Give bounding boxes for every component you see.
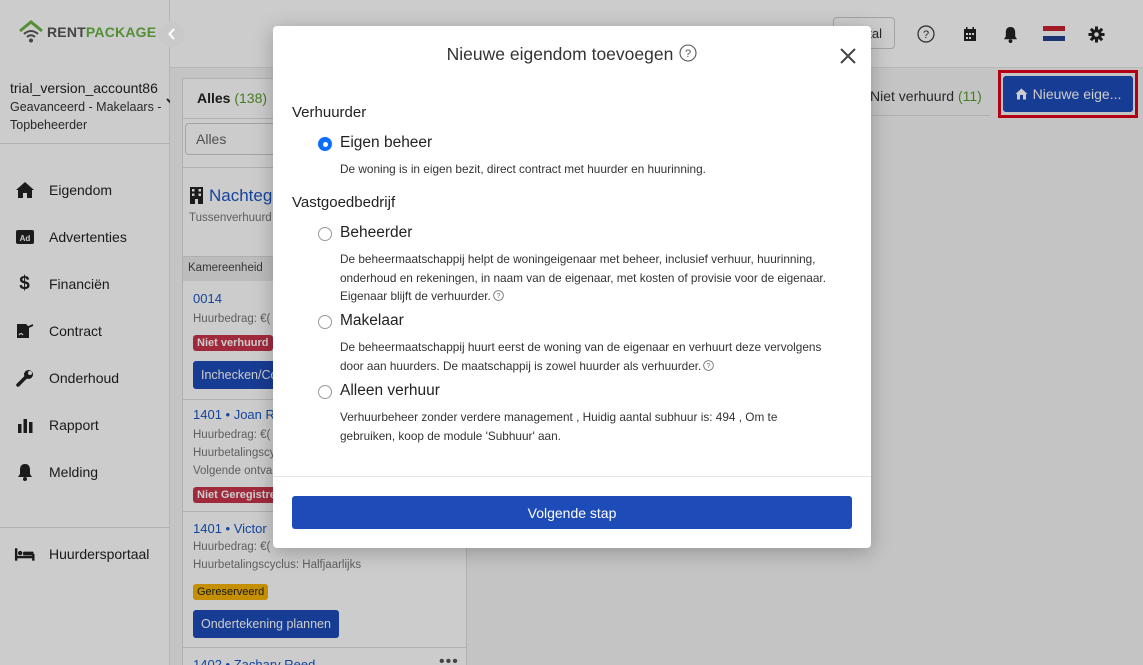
modal-header: Nieuwe eigendom toevoegen? — [273, 26, 871, 82]
svg-text:?: ? — [685, 48, 691, 60]
radio-unselected[interactable] — [318, 315, 332, 329]
svg-text:?: ? — [707, 363, 711, 370]
option-title: Beheerder — [340, 224, 413, 241]
option-description-text: De beheermaatschappij huurt eerst de won… — [340, 340, 822, 373]
option-beheerder[interactable]: Beheerder De beheermaatschappij helpt de… — [318, 224, 838, 304]
section-vastgoedbedrijf: Vastgoedbedrijf — [292, 194, 396, 211]
help-icon[interactable]: ? — [679, 44, 697, 62]
option-makelaar[interactable]: Makelaar De beheermaatschappij huurt eer… — [318, 312, 838, 374]
option-title: Makelaar — [340, 312, 404, 329]
option-title: Alleen verhuur — [340, 382, 440, 399]
radio-unselected[interactable] — [318, 227, 332, 241]
radio-selected[interactable] — [318, 137, 332, 151]
modal-title: Nieuwe eigendom toevoegen? — [273, 44, 871, 65]
close-icon[interactable] — [839, 47, 857, 65]
radio-unselected[interactable] — [318, 385, 332, 399]
new-property-modal: Nieuwe eigendom toevoegen? Verhuurder Ei… — [273, 26, 871, 548]
section-verhuurder: Verhuurder — [292, 104, 367, 121]
next-step-button[interactable]: Volgende stap — [292, 496, 852, 529]
option-title: Eigen beheer — [340, 134, 433, 151]
option-eigen-beheer[interactable]: Eigen beheer De woning is in eigen bezit… — [318, 134, 838, 178]
option-description: De woning is in eigen bezit, direct cont… — [340, 162, 706, 176]
chevron-left-icon — [168, 28, 175, 40]
modal-title-text: Nieuwe eigendom toevoegen — [446, 44, 674, 64]
sidebar-collapse-button[interactable] — [159, 21, 185, 47]
help-icon[interactable]: ? — [493, 290, 504, 301]
option-description: Verhuurbeheer zonder verdere management … — [340, 410, 778, 443]
option-description-text: De beheermaatschappij helpt de woningeig… — [340, 252, 826, 303]
divider — [273, 476, 871, 477]
help-icon[interactable]: ? — [703, 359, 715, 371]
option-description: De beheermaatschappij helpt de woningeig… — [340, 250, 830, 306]
svg-text:?: ? — [496, 293, 500, 300]
option-alleen-verhuur[interactable]: Alleen verhuur Verhuurbeheer zonder verd… — [318, 382, 838, 444]
option-description: De beheermaatschappij huurt eerst de won… — [340, 338, 830, 375]
